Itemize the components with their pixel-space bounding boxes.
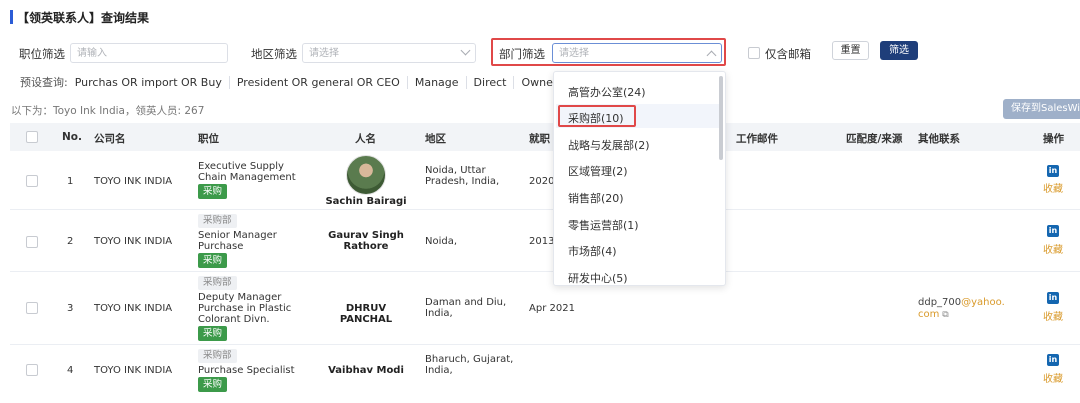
page-title-text: 【领英联系人】查询结果	[17, 10, 150, 25]
region-filter-select[interactable]: 请选择	[302, 43, 476, 63]
only-email-label: 仅含邮箱	[765, 47, 811, 61]
row-tenure: Apr 2021	[529, 303, 575, 314]
favorite-link[interactable]: 收藏	[1043, 308, 1063, 323]
preset-item[interactable]: Direct	[465, 75, 514, 89]
row-divider	[10, 209, 1080, 210]
dept-category-tag: 采购部	[198, 349, 237, 363]
region-filter-placeholder: 请选择	[309, 48, 339, 59]
row-divider	[10, 271, 1080, 272]
linkedin-icon[interactable]: in	[1047, 292, 1059, 304]
header-match-source: 匹配度/来源	[846, 133, 903, 145]
row-checkbox[interactable]	[26, 302, 38, 314]
save-to-saleswits-button[interactable]: 保存到SalesWits	[1003, 99, 1080, 119]
row-no: 1	[67, 176, 74, 187]
row-no: 4	[67, 365, 74, 376]
linkedin-icon[interactable]: in	[1047, 225, 1059, 237]
query-results-page: 【领英联系人】查询结果 职位筛选 请输入 地区筛选 请选择 部门筛选 请选择 仅…	[0, 0, 1080, 403]
avatar	[346, 155, 386, 195]
preset-item[interactable]: President OR general OR CEO	[228, 75, 407, 89]
dept-option[interactable]: 研发中心(5)	[568, 270, 628, 286]
row-region: Bharuch, Gujarat, India,	[425, 354, 514, 376]
preset-label: 预设查询:	[20, 76, 68, 89]
email-user: ddp_700	[918, 297, 962, 308]
header-position: 职位	[198, 133, 219, 145]
chevron-down-icon	[460, 45, 471, 56]
header-region: 地区	[425, 133, 446, 145]
row-position: Senior Manager Purchase	[198, 230, 277, 252]
dept-option[interactable]: 销售部(20)	[568, 190, 624, 206]
header-work-email: 工作邮件	[736, 133, 778, 145]
header-other-contact: 其他联系	[918, 133, 960, 145]
preset-item[interactable]: Purchas OR import OR Buy	[75, 76, 229, 89]
dropdown-scrollbar[interactable]	[719, 76, 723, 160]
row-person-name[interactable]: Sachin Bairagi	[320, 196, 412, 207]
row-person-name[interactable]: DHRUV PANCHAL	[320, 303, 412, 325]
dept-category-tag: 采购部	[198, 276, 237, 290]
page-title: 【领英联系人】查询结果	[10, 9, 149, 25]
dept-option[interactable]: 零售运营部(1)	[568, 217, 639, 233]
favorite-link[interactable]: 收藏	[1043, 241, 1063, 256]
row-company: TOYO INK INDIA	[94, 365, 173, 376]
favorite-link[interactable]: 收藏	[1043, 370, 1063, 385]
header-action: 操作	[1043, 133, 1064, 145]
dept-category-tag: 采购部	[198, 214, 237, 228]
dept-filter-placeholder: 请选择	[559, 48, 589, 59]
dept-option[interactable]: 区域管理(2)	[568, 163, 628, 179]
row-region: Noida,	[425, 236, 458, 247]
favorite-link[interactable]: 收藏	[1043, 180, 1063, 195]
row-person-name[interactable]: Vaibhav Modi	[320, 365, 412, 376]
linkedin-icon[interactable]: in	[1047, 165, 1059, 177]
region-filter-label: 地区筛选	[251, 47, 297, 61]
dept-tag: 采购	[198, 253, 228, 268]
dept-option[interactable]: 采购部(10)	[568, 110, 624, 126]
position-filter-label: 职位筛选	[19, 47, 65, 61]
dept-option[interactable]: 市场部(4)	[568, 243, 617, 259]
header-company: 公司名	[94, 133, 126, 145]
row-company: TOYO INK INDIA	[94, 303, 173, 314]
dept-filter-label: 部门筛选	[499, 47, 545, 61]
linkedin-icon[interactable]: in	[1047, 354, 1059, 366]
row-divider	[10, 344, 1080, 345]
row-person-name[interactable]: Gaurav Singh Rathore	[320, 230, 412, 252]
row-company: TOYO INK INDIA	[94, 236, 173, 247]
header-tenure: 就职	[529, 133, 550, 145]
row-tenure: 2020	[529, 176, 555, 187]
dept-tag: 采购	[198, 326, 228, 341]
dept-option[interactable]: 高管办公室(24)	[568, 84, 646, 100]
preset-item[interactable]: Manage	[406, 75, 466, 89]
row-checkbox[interactable]	[26, 364, 38, 376]
row-region: Daman and Diu, India,	[425, 297, 507, 319]
dept-filter-select[interactable]: 请选择	[552, 43, 722, 63]
row-position: Purchase Specialist	[198, 365, 295, 376]
copy-icon[interactable]: ⧉	[939, 310, 948, 320]
row-region: Noida, Uttar Pradesh, India,	[425, 165, 500, 187]
row-checkbox[interactable]	[26, 236, 38, 248]
row-tenure: 2013	[529, 236, 555, 247]
row-checkbox[interactable]	[26, 175, 38, 187]
row-no: 3	[67, 303, 74, 314]
select-all-checkbox[interactable]	[26, 131, 38, 143]
chevron-up-icon	[706, 50, 717, 61]
position-filter-input[interactable]: 请输入	[70, 43, 228, 63]
filter-button[interactable]: 筛选	[880, 41, 918, 60]
reset-button[interactable]: 重置	[832, 41, 869, 60]
results-summary: 以下为：Toyo Ink India，领英人员: 267	[11, 105, 205, 117]
title-accent-bar	[10, 10, 13, 24]
dept-tag: 采购	[198, 184, 228, 199]
row-company: TOYO INK INDIA	[94, 176, 173, 187]
row-no: 2	[67, 236, 74, 247]
preset-queries: 预设查询: Purchas OR import OR Buy President…	[20, 75, 564, 89]
row-position: Executive Supply Chain Management	[198, 161, 296, 183]
row-position: Deputy Manager Purchase in Plastic Color…	[198, 292, 292, 325]
only-email-checkbox[interactable]	[748, 47, 760, 59]
header-no: No.	[62, 131, 82, 143]
other-contact-email[interactable]: ddp_700@yahoo.com ⧉	[918, 297, 1006, 321]
dept-option[interactable]: 战略与发展部(2)	[568, 137, 650, 153]
header-name: 人名	[355, 133, 376, 145]
dept-tag: 采购	[198, 377, 228, 392]
